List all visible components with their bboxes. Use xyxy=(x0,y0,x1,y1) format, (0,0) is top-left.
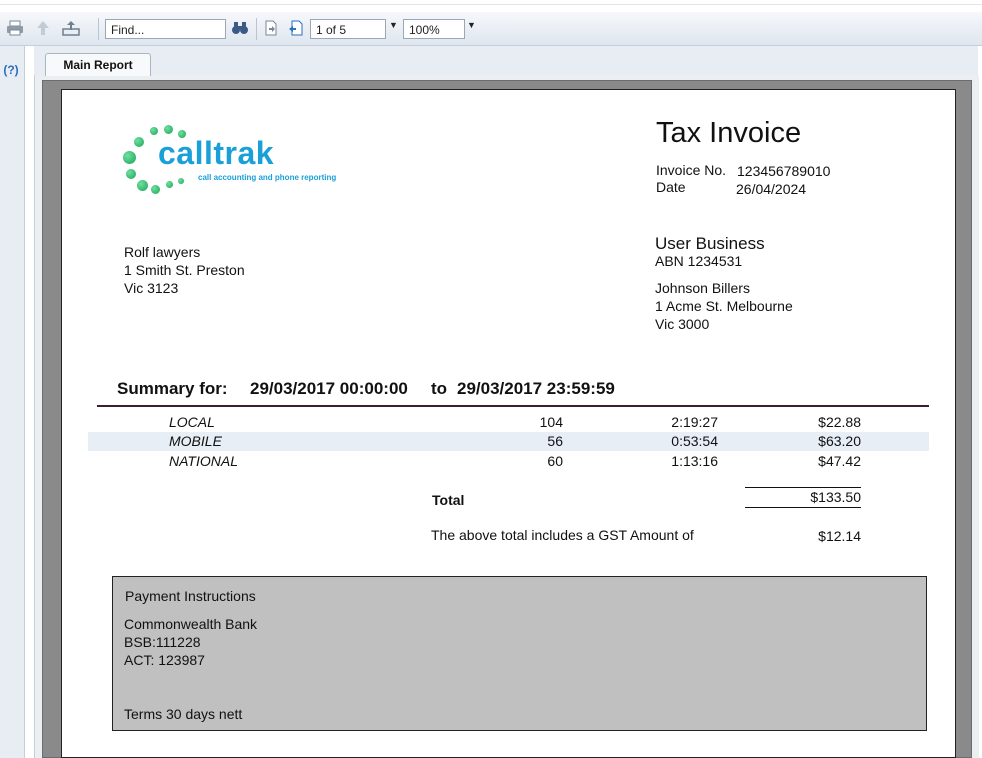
customer-street: 1 Smith St. Preston xyxy=(124,262,245,278)
total-value: $133.50 xyxy=(810,489,861,505)
business-abn: ABN 1234531 xyxy=(655,253,743,269)
row-calls: 56 xyxy=(547,433,563,449)
gst-label: The above total includes a GST Amount of xyxy=(431,527,694,543)
business-state: Vic 3000 xyxy=(655,316,710,332)
row-type: MOBILE xyxy=(169,433,222,449)
gst-value: $12.14 xyxy=(818,528,861,544)
up-arrow-icon[interactable] xyxy=(33,17,53,39)
page-back-icon[interactable] xyxy=(261,17,281,39)
customer-name: Rolf lawyers xyxy=(124,244,201,260)
find-input[interactable]: Find... xyxy=(105,19,226,39)
row-cost: $47.42 xyxy=(818,453,861,469)
row-cost: $22.88 xyxy=(818,414,861,430)
invoice-date-value: 26/04/2024 xyxy=(736,181,807,197)
row-type: NATIONAL xyxy=(169,453,238,469)
tab-strip xyxy=(34,46,978,76)
invoice-date-label: Date xyxy=(656,179,686,195)
business-name: User Business xyxy=(655,234,765,253)
calltrak-logo: calltrak call accounting and phone repor… xyxy=(122,125,350,197)
payment-account: ACT: 123987 xyxy=(124,652,205,668)
logo-word: calltrak xyxy=(158,135,275,171)
payment-heading: Payment Instructions xyxy=(125,588,256,604)
row-duration: 0:53:54 xyxy=(671,433,718,449)
logo-tagline: call accounting and phone reporting xyxy=(198,173,337,182)
summary-to: 29/03/2017 23:59:59 xyxy=(457,379,615,398)
summary-from: 29/03/2017 00:00:00 xyxy=(250,379,408,398)
row-type: LOCAL xyxy=(169,414,215,430)
row-calls: 60 xyxy=(547,453,563,469)
export-icon[interactable] xyxy=(60,17,82,39)
chevron-down-icon[interactable]: ▼ xyxy=(467,20,476,30)
print-icon[interactable] xyxy=(4,17,26,39)
toolbar-separator xyxy=(256,18,257,40)
summary-to-label: to xyxy=(431,379,448,398)
total-bottom-rule xyxy=(745,507,861,508)
row-duration: 1:13:16 xyxy=(671,453,718,469)
top-border xyxy=(0,4,982,5)
payment-terms: Terms 30 days nett xyxy=(124,706,243,722)
invoice-number-value: 123456789010 xyxy=(737,163,831,179)
business-contact: Johnson Billers xyxy=(655,280,750,296)
row-duration: 2:19:27 xyxy=(671,414,718,430)
payment-bsb: BSB:111228 xyxy=(124,634,201,650)
summary-label: Summary for: xyxy=(117,379,228,398)
invoice-number-label: Invoice No. xyxy=(656,162,727,178)
page-forward-icon[interactable] xyxy=(285,17,307,39)
customer-state: Vic 3123 xyxy=(124,280,179,296)
toolbar-separator xyxy=(98,18,99,40)
tab-main-report[interactable]: Main Report xyxy=(45,53,151,76)
binoculars-icon[interactable] xyxy=(229,17,251,39)
payment-bank: Commonwealth Bank xyxy=(124,616,258,632)
chevron-down-icon[interactable]: ▼ xyxy=(389,20,398,30)
invoice-title: Tax Invoice xyxy=(656,117,802,149)
summary-divider xyxy=(97,405,929,407)
total-top-rule xyxy=(745,487,861,488)
help-icon[interactable]: (?) xyxy=(1,60,21,80)
row-calls: 104 xyxy=(539,414,563,430)
business-street: 1 Acme St. Melbourne xyxy=(655,298,793,314)
report-toolbar: Find... 1 of 5 ▼ 100% ▼ xyxy=(0,12,982,46)
total-label: Total xyxy=(432,492,465,508)
left-sidebar xyxy=(0,46,25,758)
page-number-input[interactable]: 1 of 5 xyxy=(310,19,386,39)
zoom-select[interactable]: 100% xyxy=(403,19,465,39)
row-cost: $63.20 xyxy=(818,433,861,449)
